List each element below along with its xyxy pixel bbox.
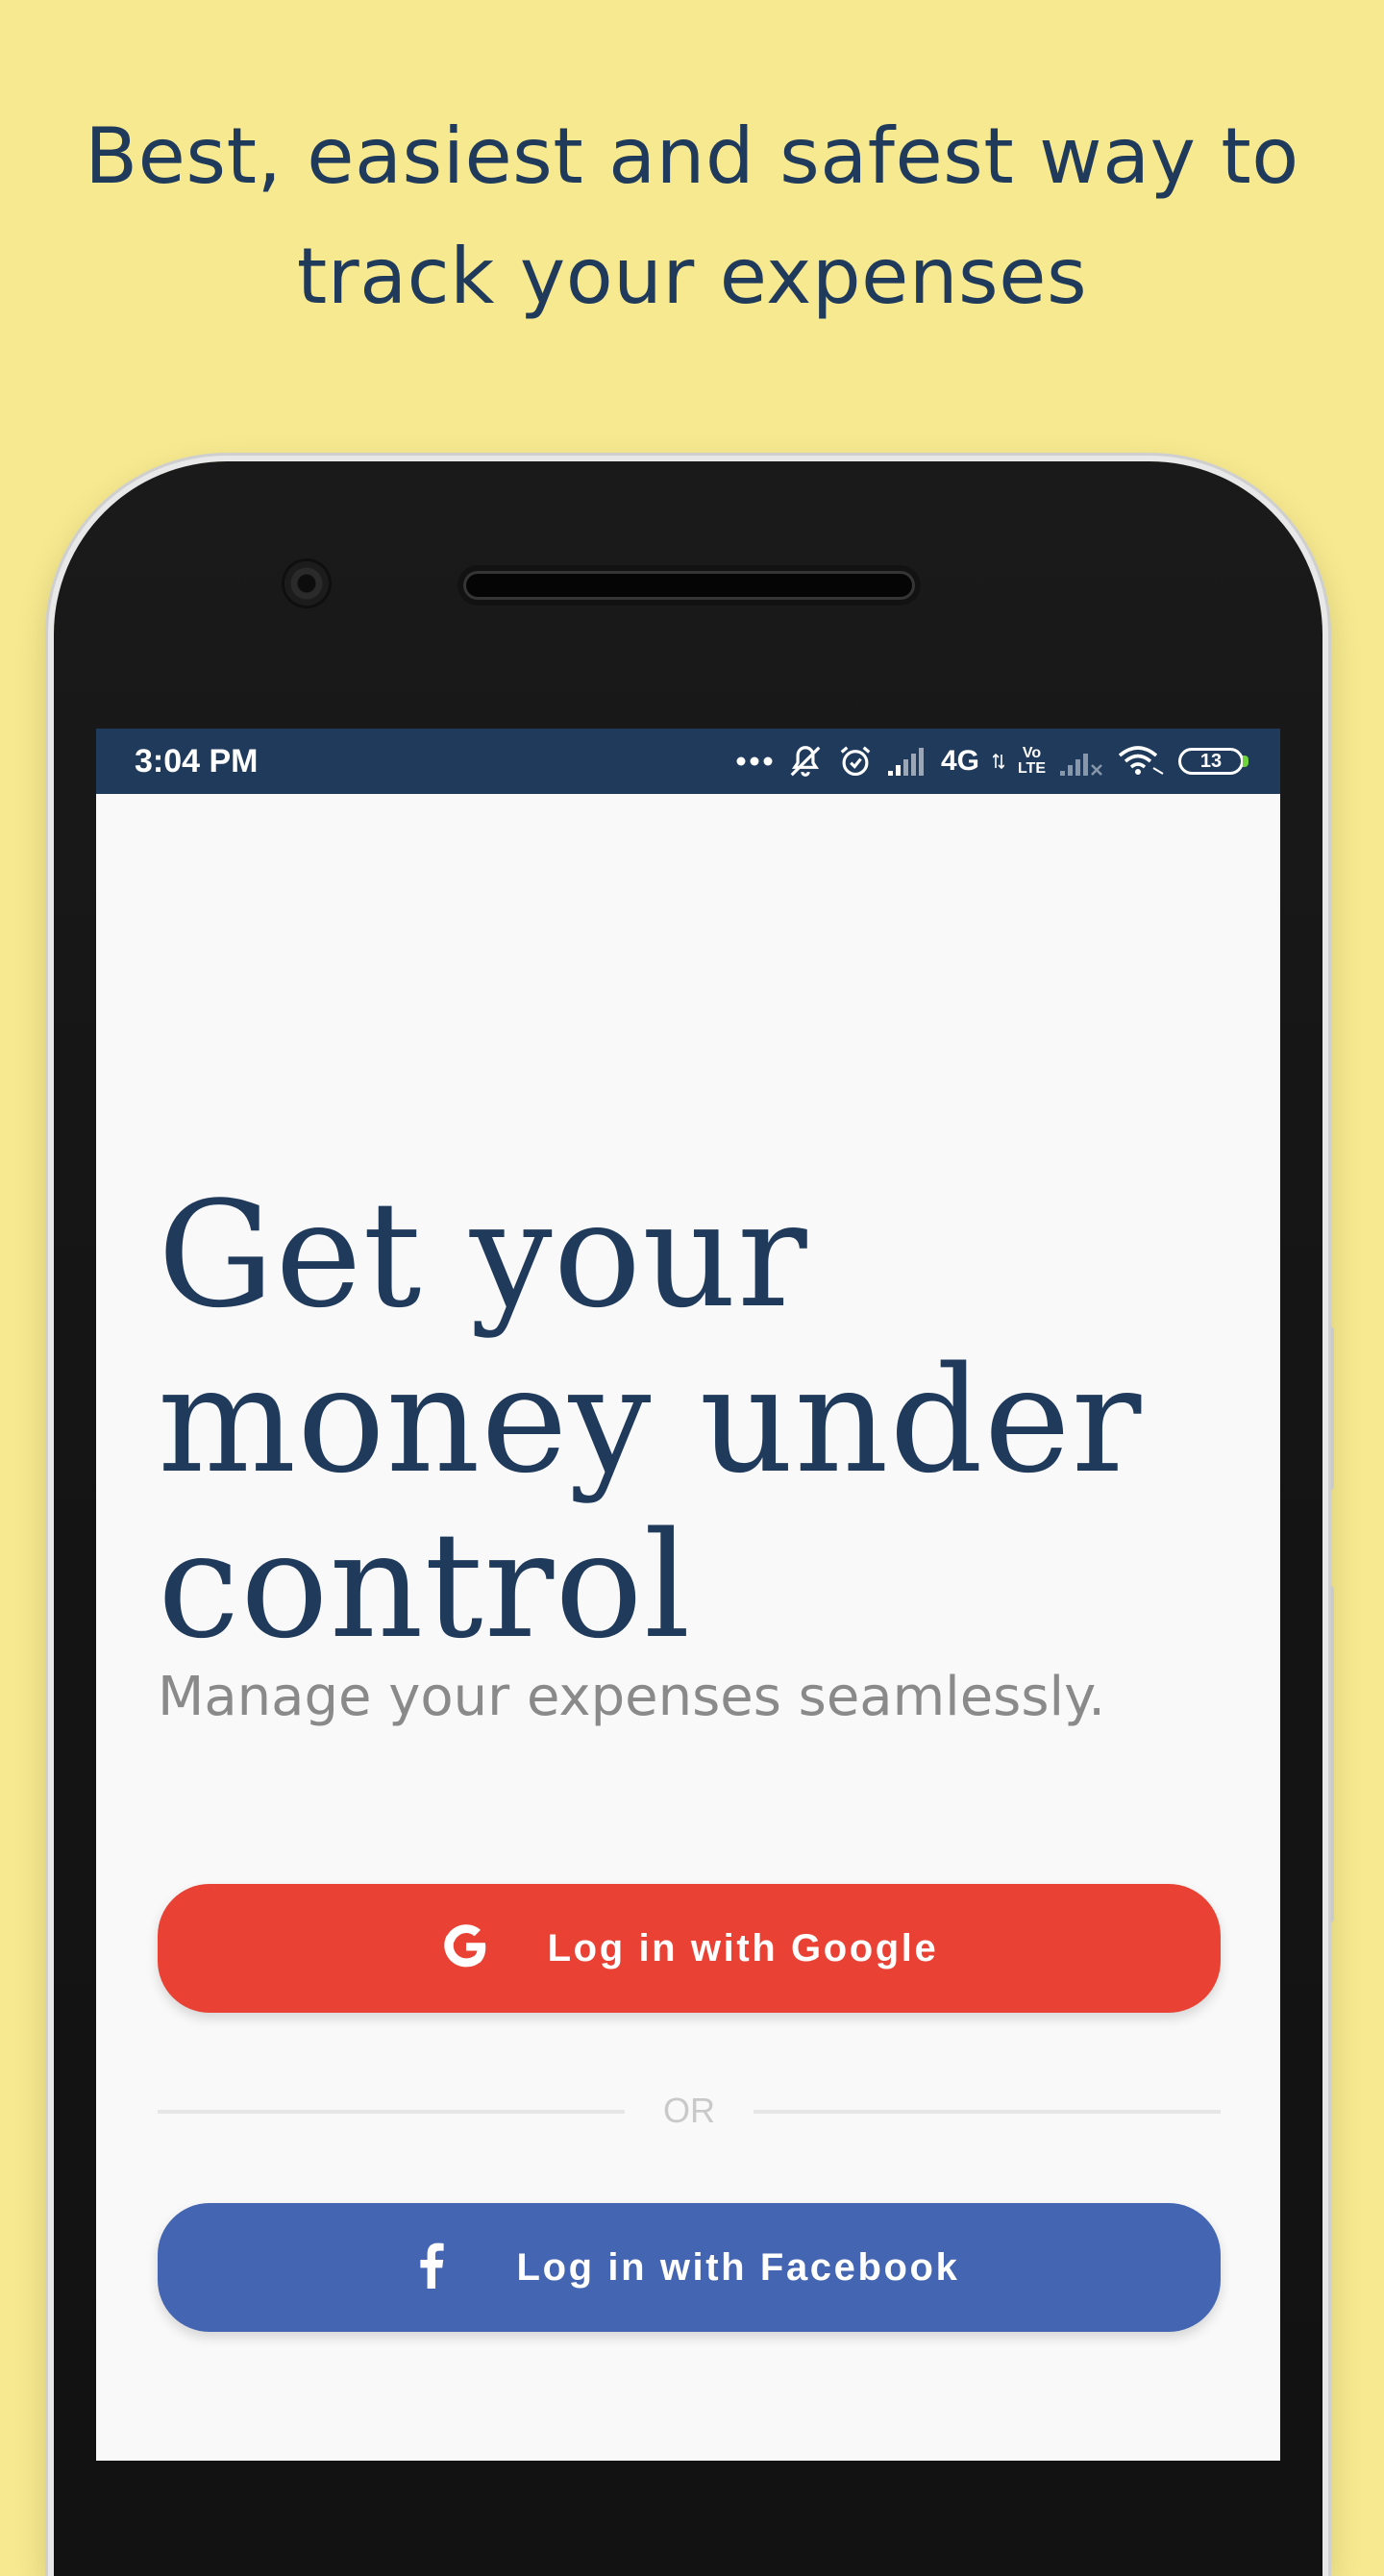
facebook-login-button[interactable]: Log in with Facebook [158, 2203, 1221, 2332]
status-icons: 4G Vo LTE 13 [735, 740, 1248, 782]
front-camera [284, 561, 329, 606]
google-login-button[interactable]: Log in with Google [158, 1884, 1221, 2013]
volte-top: Vo [1022, 745, 1042, 761]
hero-title-line-3: control [158, 1500, 692, 1671]
volte-bottom: LTE [1017, 760, 1046, 777]
phone-side-button [1324, 1326, 1334, 1490]
earpiece-speaker [457, 565, 921, 606]
wifi-icon [1117, 745, 1165, 778]
promo-headline-line-2: track your expenses [296, 232, 1088, 321]
notifications-off-icon [787, 743, 824, 780]
network-type: 4G [940, 745, 979, 777]
phone-side-button [1324, 1586, 1334, 1922]
alarm-icon [837, 743, 874, 780]
google-login-label: Log in with Google [547, 1926, 939, 1969]
signal-icon [887, 746, 927, 777]
facebook-login-label: Log in with Facebook [516, 2245, 960, 2289]
status-bar: 3:04 PM 4G Vo LTE 13 [96, 729, 1280, 794]
promo-headline-line-1: Best, easiest and safest way to [85, 111, 1299, 201]
data-arrows-icon [992, 751, 1004, 772]
divider-line-right [754, 2110, 1221, 2114]
facebook-icon [419, 2242, 444, 2293]
battery-icon: 13 [1178, 748, 1248, 775]
signal-weak-icon [1059, 746, 1103, 777]
promo-headline: Best, easiest and safest way to track yo… [58, 96, 1326, 336]
phone-screen: 3:04 PM 4G Vo LTE 13 Get your money unde… [96, 729, 1280, 2461]
status-time: 3:04 PM [135, 743, 259, 780]
more-dots-icon [735, 755, 774, 767]
hero-title: Get your money under control [158, 1173, 1234, 1669]
google-icon [440, 1920, 492, 1977]
hero-title-line-2: money under [158, 1335, 1143, 1505]
or-divider: OR [158, 2092, 1221, 2130]
hero-subtitle: Manage your expenses seamlessly. [158, 1666, 1106, 1728]
hero-title-line-1: Get your [158, 1170, 808, 1340]
volte-indicator: Vo LTE [1018, 746, 1046, 777]
